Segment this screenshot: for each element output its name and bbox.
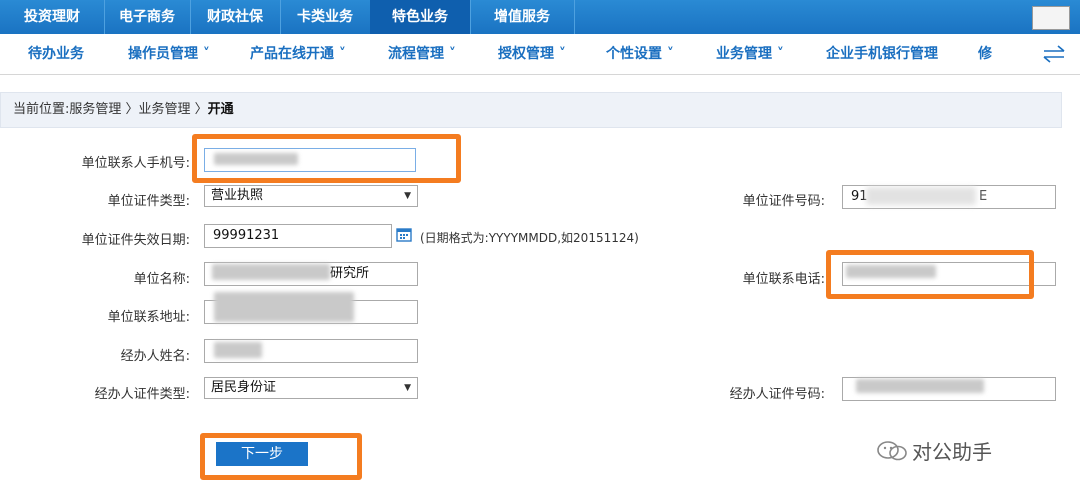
highlight-unit-phone: [826, 250, 1034, 299]
top-tab-special-business[interactable]: 特色业务: [370, 0, 471, 34]
redacted-address: [214, 292, 354, 322]
redacted-agent-cert-no: [856, 379, 984, 393]
cert-type-select[interactable]: 营业执照 ▼: [204, 185, 418, 207]
calendar-icon[interactable]: [396, 226, 412, 242]
watermark-text: 对公助手: [912, 440, 992, 464]
subnav-personal-settings[interactable]: 个性设置 ˅: [606, 34, 674, 74]
breadcrumb-current: 开通: [207, 102, 234, 117]
redacted-cert-no: [866, 187, 976, 205]
agent-cert-type-value: 居民身份证: [211, 380, 277, 395]
unit-name-label: 单位名称:: [133, 272, 190, 287]
top-tab-ecommerce[interactable]: 电子商务: [104, 0, 191, 34]
subnav-more[interactable]: 修: [978, 34, 992, 74]
redacted-agent-name: [214, 342, 262, 358]
top-tab-investment[interactable]: 投资理财: [0, 0, 105, 34]
breadcrumb: 当前位置:服务管理 〉业务管理 〉开通: [0, 92, 1062, 128]
redacted-unit-name: [212, 264, 330, 280]
agent-cert-type-select[interactable]: 居民身份证 ▼: [204, 377, 418, 399]
date-format-hint: (日期格式为:YYYYMMDD,如20151124): [420, 231, 639, 245]
agent-cert-no-label: 经办人证件号码:: [729, 387, 825, 402]
cert-expiry-label: 单位证件失效日期:: [81, 233, 190, 248]
cert-expiry-value: 99991231: [213, 228, 280, 243]
subnav-auth-mgmt[interactable]: 授权管理 ˅: [498, 34, 566, 74]
top-tab-card-business[interactable]: 卡类业务: [280, 0, 371, 34]
unit-phone-label: 单位联系电话:: [742, 272, 825, 287]
sub-nav-bar: 待办业务 操作员管理 ˅ 产品在线开通 ˅ 流程管理 ˅ 授权管理 ˅ 个性设置…: [0, 34, 1080, 75]
cert-no-suffix: E: [979, 189, 988, 204]
cert-type-value: 营业执照: [211, 188, 264, 203]
chevron-down-icon: ▼: [404, 383, 411, 393]
highlight-contact-mobile: [192, 134, 461, 183]
highlight-next-step: [200, 433, 362, 480]
subnav-business-mgmt[interactable]: 业务管理 ˅: [716, 34, 784, 74]
subnav-product-online[interactable]: 产品在线开通 ˅: [250, 34, 346, 74]
unit-name-suffix: 研究所: [330, 266, 370, 281]
top-menu-bar: 投资理财 电子商务 财政社保 卡类业务 特色业务 增值服务: [0, 0, 1080, 34]
cert-no-label: 单位证件号码:: [742, 194, 825, 209]
subnav-mobile-banking[interactable]: 企业手机银行管理: [826, 34, 938, 74]
subnav-pending[interactable]: 待办业务: [28, 34, 84, 74]
subnav-operator-mgmt[interactable]: 操作员管理 ˅: [128, 34, 210, 74]
unit-address-label: 单位联系地址:: [107, 310, 190, 325]
swap-arrows-icon[interactable]: [1042, 45, 1066, 63]
agent-name-label: 经办人姓名:: [120, 349, 190, 364]
cert-expiry-input[interactable]: 99991231: [204, 224, 392, 248]
subnav-process-mgmt[interactable]: 流程管理 ˅: [388, 34, 456, 74]
top-tab-social-security[interactable]: 财政社保: [190, 0, 281, 34]
wechat-icon: [877, 441, 907, 461]
breadcrumb-prefix: 当前位置:: [13, 102, 70, 117]
top-tab-value-added[interactable]: 增值服务: [470, 0, 575, 34]
agent-cert-type-label: 经办人证件类型:: [94, 387, 190, 402]
breadcrumb-path: 服务管理 〉业务管理 〉: [69, 102, 208, 117]
cert-type-label: 单位证件类型:: [107, 194, 190, 209]
chevron-down-icon: ▼: [404, 191, 411, 201]
contact-mobile-label: 单位联系人手机号:: [81, 156, 190, 171]
top-right-button[interactable]: [1032, 6, 1070, 30]
